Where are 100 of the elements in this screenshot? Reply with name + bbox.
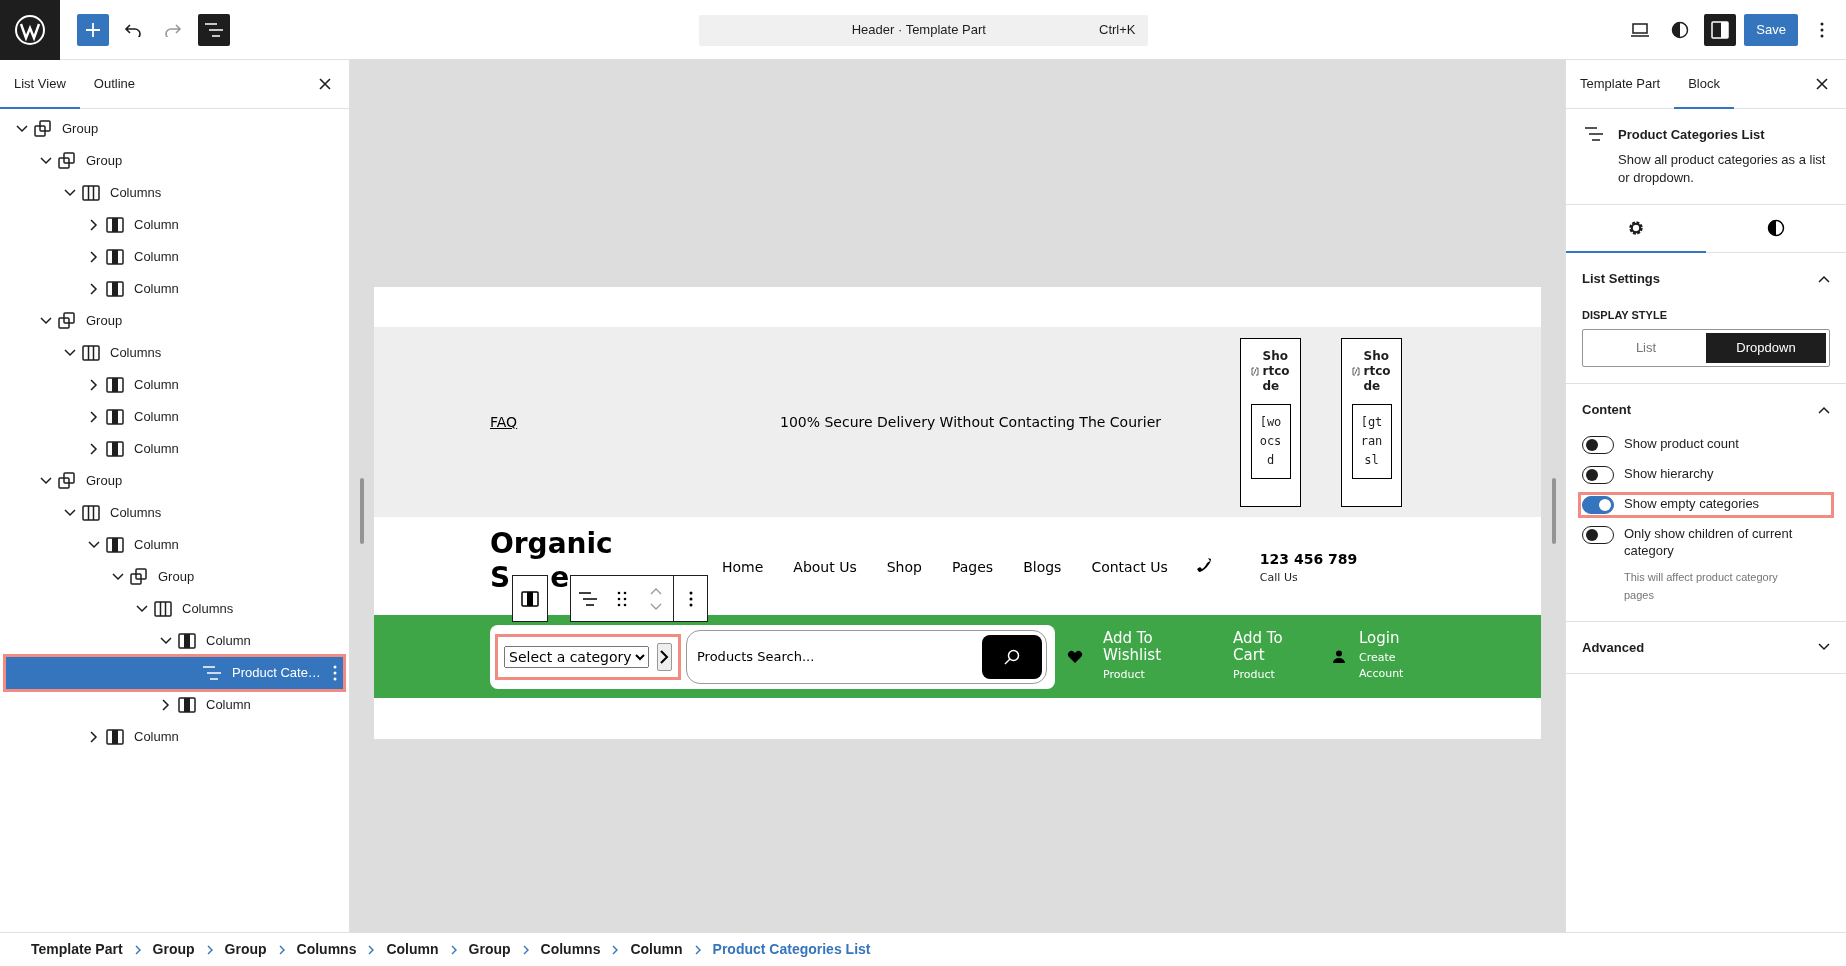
nav-link[interactable]: Blogs [1023, 557, 1062, 578]
parent-block-button[interactable] [512, 575, 548, 622]
shortcode-field[interactable]: [woocsd [1250, 403, 1291, 480]
resize-handle[interactable] [360, 478, 364, 544]
tree-item[interactable]: Group [6, 113, 343, 145]
column-icon [178, 697, 196, 713]
add-block-button[interactable] [77, 14, 109, 46]
chevron-right-icon [660, 649, 669, 664]
breadcrumb-link[interactable]: Group [152, 939, 195, 960]
breadcrumb-link[interactable]: Column [386, 939, 439, 960]
tree-item[interactable]: Group [6, 305, 343, 337]
submit-button[interactable] [657, 642, 672, 671]
command-bar[interactable]: Header · Template Part Ctrl+K [698, 14, 1148, 46]
panel-tab[interactable]: List View [0, 60, 80, 109]
toggle-switch[interactable] [1582, 435, 1614, 454]
tree-item[interactable]: Column [6, 721, 343, 753]
panel-tab[interactable]: Outline [79, 60, 149, 109]
tree-item[interactable]: Columns [6, 337, 343, 369]
tree-item[interactable]: Column [6, 401, 343, 433]
column-icon [521, 590, 539, 607]
toggle-switch[interactable] [1582, 465, 1614, 484]
column-icon [106, 249, 124, 265]
search-field[interactable]: Products Search... [686, 629, 1047, 684]
section-header[interactable]: Content [1582, 400, 1830, 420]
breadcrumb-link[interactable]: Columns [296, 939, 357, 960]
tree-item[interactable]: Column [6, 625, 343, 657]
tree-item[interactable]: Column [6, 529, 343, 561]
tree-item[interactable]: Column [6, 369, 343, 401]
toggle-label: Show product count [1624, 435, 1740, 453]
search-icon [1004, 648, 1020, 665]
resize-handle[interactable] [1552, 478, 1556, 544]
nav-link[interactable]: Pages [951, 557, 994, 578]
tree-item[interactable]: Group [6, 561, 343, 593]
chevron-right-icon [206, 944, 213, 955]
tree-item[interactable]: Columns [6, 497, 343, 529]
section-header[interactable]: Advanced [1582, 637, 1830, 658]
tree-item[interactable]: Group [6, 465, 343, 497]
chevron-right-icon [134, 944, 141, 955]
column-icon [106, 217, 124, 233]
column-icon [106, 377, 124, 393]
panel-tab[interactable]: Template Part [1566, 60, 1675, 109]
nav-link[interactable]: Shop [886, 557, 922, 578]
action-subtitle: Create Account [1359, 649, 1405, 683]
chevron-right-icon [694, 944, 701, 955]
shortcode-block[interactable]: Shortcode [woocsd [1240, 337, 1301, 507]
shortcode-field[interactable]: [gtransl [1351, 403, 1392, 480]
group-icon [58, 472, 76, 490]
action-subtitle: Product [1233, 666, 1276, 683]
segment-option[interactable]: List [1586, 333, 1706, 364]
tree-item[interactable]: Column [6, 689, 343, 721]
breadcrumb-link[interactable]: Group [224, 939, 267, 960]
chevron-right-icon [612, 944, 619, 955]
user-icon [1333, 650, 1345, 663]
nav-link[interactable]: Home [722, 557, 764, 578]
breadcrumb-link[interactable]: Column [630, 939, 683, 960]
section-header[interactable]: List Settings [1582, 269, 1830, 289]
tree-item[interactable]: Columns [6, 177, 343, 209]
group-icon [58, 152, 76, 170]
list-icon [202, 666, 222, 680]
tree-item[interactable]: Column [6, 209, 343, 241]
toggle-switch[interactable] [1582, 495, 1614, 514]
nav-link[interactable]: Contact Us [1091, 557, 1168, 578]
group-icon [58, 312, 76, 330]
settings-sidebar-button[interactable] [1704, 14, 1737, 46]
list-view-button[interactable] [198, 14, 230, 46]
wordpress-logo-icon [14, 14, 46, 46]
wordpress-logo[interactable] [0, 0, 60, 60]
category-select[interactable]: Select a category [504, 645, 649, 668]
tree-item[interactable]: Column [6, 273, 343, 305]
column-icon [178, 633, 196, 649]
tree-item[interactable]: Group [6, 145, 343, 177]
drag-icon [617, 590, 627, 607]
save-button[interactable]: Save [1744, 14, 1798, 46]
block-title: Product Categories List [1618, 126, 1766, 144]
tree-item[interactable]: Column [6, 433, 343, 465]
nav-link[interactable]: About Us [793, 557, 857, 578]
tree-item[interactable]: Columns [6, 593, 343, 625]
tree-item[interactable]: Column [6, 241, 343, 273]
field-label: DISPLAY STYLE [1582, 307, 1668, 323]
segment-option[interactable]: Dropdown [1706, 333, 1826, 364]
site-logo-text: Organic [490, 527, 614, 561]
toggle-label: Show empty categories [1624, 495, 1761, 513]
more-icon [1820, 22, 1824, 38]
phone-label: Call Us [1259, 570, 1299, 586]
plus-icon [85, 22, 101, 38]
faq-link[interactable]: FAQ [490, 411, 780, 433]
heart-icon [1067, 649, 1083, 664]
shortcode-block[interactable]: Shortcode [gtransl [1341, 337, 1402, 507]
breadcrumb-link[interactable]: Template Part [31, 939, 123, 960]
sidebar-icon [1711, 21, 1730, 39]
search-button[interactable] [982, 634, 1042, 679]
toggle-switch[interactable] [1582, 525, 1614, 544]
breadcrumb-link[interactable]: Group [468, 939, 511, 960]
breadcrumb-link[interactable]: Product Categories List [712, 939, 871, 960]
shortcode-icon [1351, 366, 1360, 376]
breadcrumb-link[interactable]: Columns [540, 939, 601, 960]
tree-item[interactable]: Product Cate… [6, 657, 343, 689]
action-subtitle: Product [1103, 666, 1146, 683]
panel-tab[interactable]: Block [1674, 60, 1734, 109]
group-icon [34, 120, 52, 138]
